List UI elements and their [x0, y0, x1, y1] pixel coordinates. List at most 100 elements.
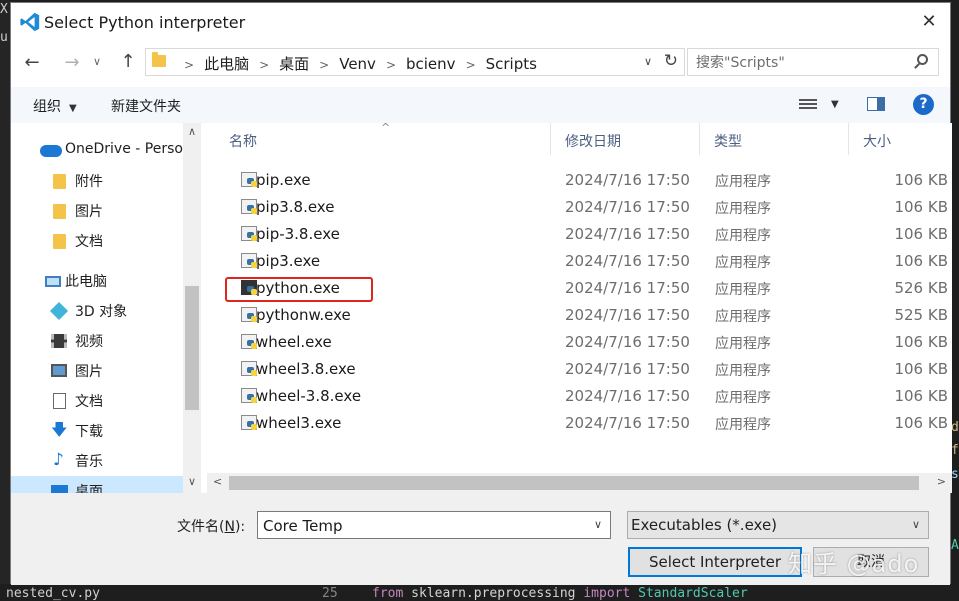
tree-item-desktop[interactable]: 桌面	[11, 476, 183, 493]
tree-item-3d-objects[interactable]: 3D 对象	[11, 296, 183, 326]
file-name: pip3.8.exe	[256, 198, 335, 216]
file-name: wheel3.exe	[256, 414, 342, 432]
file-date: 2024/7/16 17:50	[565, 198, 690, 216]
recent-locations-chevron-icon[interactable]: ∨	[93, 55, 101, 68]
editor-file-tab[interactable]: nested_cv.py	[6, 586, 100, 601]
python-exe-icon	[241, 388, 257, 403]
forward-arrow-icon[interactable]: →	[61, 52, 83, 73]
chevron-down-icon[interactable]: ∨	[594, 518, 602, 531]
preview-pane-icon[interactable]	[867, 97, 885, 111]
column-header-label: 名称	[229, 134, 257, 150]
horizontal-scrollbar[interactable]: < >	[207, 473, 952, 493]
background-char: d	[951, 420, 959, 435]
breadcrumb-item[interactable]: 桌面	[279, 55, 309, 73]
refresh-icon[interactable]: ↻	[664, 51, 678, 71]
file-dialog: Select Python interpreter ✕ ← → ∨ ↑ > 此电脑…	[10, 2, 952, 585]
scroll-right-chevron-icon[interactable]: >	[937, 475, 946, 488]
tree-item-label: 桌面	[75, 484, 103, 493]
file-name: pip.exe	[256, 171, 311, 189]
breadcrumb-item[interactable]: Venv	[339, 55, 376, 73]
download-arrow-icon: 🡇	[51, 420, 68, 439]
table-row[interactable]: wheel3.8.exe 2024/7/16 17:50 应用程序 106 KB	[207, 356, 952, 383]
filename-input[interactable]	[261, 515, 585, 537]
chevron-right-icon[interactable]: >	[386, 58, 396, 72]
organize-button[interactable]: 组织 ▼	[33, 96, 77, 116]
filename-field[interactable]: ∨	[257, 511, 611, 539]
tree-item-onedrive[interactable]: OneDrive - Perso	[11, 136, 183, 166]
file-size: 106 KB	[894, 171, 948, 189]
file-name: wheel-3.8.exe	[256, 387, 362, 405]
table-row[interactable]: wheel3.exe 2024/7/16 17:50 应用程序 106 KB	[207, 410, 952, 437]
tree-item-attachments[interactable]: 附件	[11, 166, 183, 196]
chevron-down-icon: ▼	[69, 103, 77, 114]
scrollbar-thumb[interactable]	[229, 476, 919, 490]
folder-icon	[53, 234, 66, 249]
tree-item-documents[interactable]: 文档	[11, 226, 183, 256]
table-row[interactable]: pip3.8.exe 2024/7/16 17:50 应用程序 106 KB	[207, 194, 952, 221]
table-row[interactable]: wheel.exe 2024/7/16 17:50 应用程序 106 KB	[207, 329, 952, 356]
address-bar[interactable]: > 此电脑 > 桌面 > Venv > bcienv > Scripts ∨ ↻	[145, 48, 685, 76]
chevron-right-icon[interactable]: >	[466, 58, 476, 72]
tree-item-this-pc[interactable]: 此电脑	[11, 266, 183, 296]
column-header-name[interactable]: 名称	[207, 123, 550, 155]
tree-item-music[interactable]: ♪ 音乐	[11, 446, 183, 476]
chevron-right-icon[interactable]: >	[319, 58, 329, 72]
tree-item-label: 音乐	[75, 454, 103, 470]
scroll-down-chevron-icon[interactable]: ∨	[183, 475, 201, 488]
breadcrumb-item[interactable]: Scripts	[486, 55, 537, 73]
new-folder-button[interactable]: 新建文件夹	[111, 96, 181, 116]
tree-item-label: 附件	[75, 174, 103, 190]
filename-label: 文件名(N):	[177, 516, 245, 536]
help-icon[interactable]: ?	[913, 94, 934, 115]
background-char: f	[951, 443, 959, 458]
tree-item-label: 图片	[75, 204, 103, 220]
back-arrow-icon[interactable]: ←	[21, 52, 43, 73]
file-date: 2024/7/16 17:50	[565, 252, 690, 270]
tree-item-videos[interactable]: 视频	[11, 326, 183, 356]
search-input[interactable]	[694, 52, 908, 74]
column-header-size[interactable]: 大小	[849, 123, 949, 155]
breadcrumb-item[interactable]: 此电脑	[204, 55, 249, 73]
file-type: 应用程序	[715, 336, 771, 352]
chevron-right-icon[interactable]: >	[259, 58, 269, 72]
file-size: 106 KB	[894, 360, 948, 378]
table-row[interactable]: pythonw.exe 2024/7/16 17:50 应用程序 525 KB	[207, 302, 952, 329]
filetype-select[interactable]: Executables (*.exe) ∨	[627, 511, 929, 539]
search-icon[interactable]	[917, 54, 928, 65]
column-header-type[interactable]: 类型	[700, 123, 848, 155]
desktop-icon	[51, 485, 68, 493]
tree-item-pictures[interactable]: 图片	[11, 196, 183, 226]
tree-item-label: 文档	[75, 394, 103, 410]
editor-line-number: 25	[322, 586, 338, 601]
tree-item-documents-pc[interactable]: 文档	[11, 386, 183, 416]
column-header-label: 大小	[863, 134, 891, 150]
table-row[interactable]: pip.exe 2024/7/16 17:50 应用程序 106 KB	[207, 167, 952, 194]
view-dropdown-chevron-icon[interactable]: ▼	[831, 99, 839, 110]
table-row[interactable]: pip3.exe 2024/7/16 17:50 应用程序 106 KB	[207, 248, 952, 275]
scrollbar-thumb[interactable]	[185, 286, 199, 410]
python-exe-icon	[241, 334, 257, 349]
view-options-icon[interactable]	[799, 99, 817, 111]
select-interpreter-button[interactable]: Select Interpreter	[628, 547, 802, 577]
column-header-date[interactable]: 修改日期	[551, 123, 699, 155]
scroll-up-chevron-icon[interactable]: ∧	[183, 125, 201, 138]
tree-item-downloads[interactable]: 🡇 下载	[11, 416, 183, 446]
up-arrow-icon[interactable]: ↑	[117, 51, 139, 73]
scroll-left-chevron-icon[interactable]: <	[213, 475, 222, 488]
folder-icon	[53, 204, 66, 219]
tree-item-pictures-pc[interactable]: 图片	[11, 356, 183, 386]
file-type: 应用程序	[715, 255, 771, 271]
file-date: 2024/7/16 17:50	[565, 414, 690, 432]
table-row[interactable]: wheel-3.8.exe 2024/7/16 17:50 应用程序 106 KB	[207, 383, 952, 410]
python-exe-icon	[241, 172, 257, 187]
close-button[interactable]: ✕	[914, 8, 944, 36]
breadcrumb: > 此电脑 > 桌面 > Venv > bcienv > Scripts	[174, 53, 537, 74]
table-row[interactable]: pip-3.8.exe 2024/7/16 17:50 应用程序 106 KB	[207, 221, 952, 248]
computer-icon	[45, 276, 61, 287]
navigation-pane-scrollbar[interactable]: ∧ ∨	[183, 123, 201, 493]
search-box[interactable]	[687, 48, 939, 76]
background-editor-bottom: nested_cv.py 25 from sklearn.preprocessi…	[0, 584, 959, 601]
file-type: 应用程序	[715, 309, 771, 325]
breadcrumb-item[interactable]: bcienv	[406, 55, 456, 73]
address-dropdown-chevron-icon[interactable]: ∨	[644, 55, 652, 68]
